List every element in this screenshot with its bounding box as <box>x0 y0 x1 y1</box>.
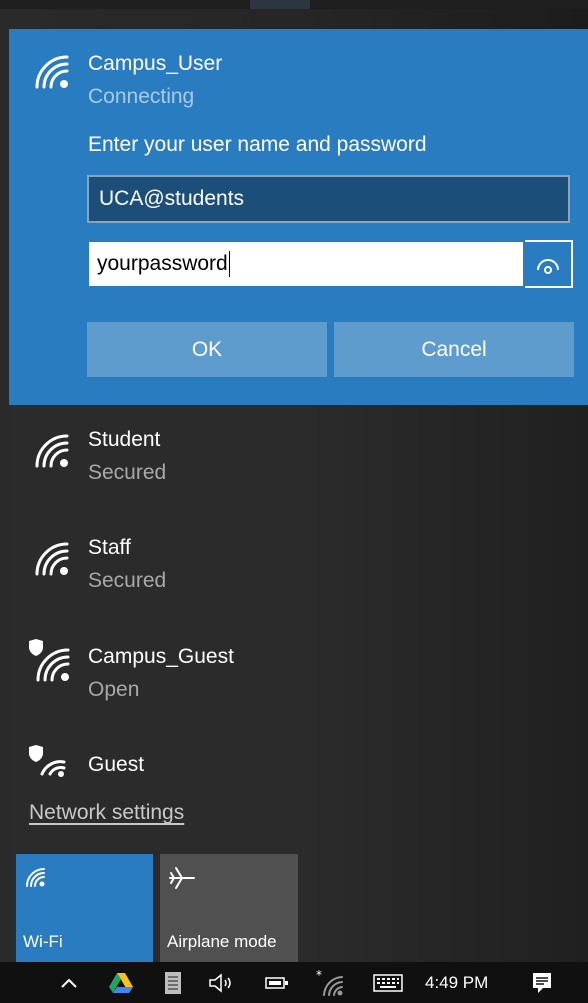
wifi-shield-icon <box>29 639 70 682</box>
username-value: UCA@students <box>99 187 245 210</box>
clock[interactable]: 4:49 PM <box>425 962 488 1003</box>
background-blur <box>250 0 310 9</box>
background-strip <box>0 0 588 9</box>
cancel-button[interactable]: Cancel <box>334 322 574 377</box>
airplane-mode-tile[interactable]: Airplane mode <box>160 854 298 962</box>
battery-icon[interactable] <box>262 962 292 1003</box>
reveal-password-button[interactable] <box>525 240 573 288</box>
network-status: Open <box>88 678 140 701</box>
network-name: Campus_Guest <box>88 645 234 668</box>
credentials-prompt: Enter your user name and password <box>88 133 427 156</box>
password-field[interactable]: yourpassword <box>87 240 525 288</box>
eye-icon <box>537 259 559 274</box>
keyboard-icon[interactable] <box>370 962 406 1003</box>
network-name: Staff <box>88 536 131 559</box>
network-status: Secured <box>88 569 167 592</box>
ok-button[interactable]: OK <box>87 322 327 377</box>
document-icon[interactable] <box>160 962 186 1003</box>
notification-icon[interactable] <box>527 962 557 1003</box>
text-caret <box>228 251 230 278</box>
password-value: yourpassword <box>97 252 228 275</box>
wifi-icon <box>35 434 69 468</box>
network-status: Connecting <box>88 85 195 108</box>
svg-text:*: * <box>316 968 322 982</box>
speaker-icon[interactable] <box>205 962 239 1003</box>
wifi-icon[interactable]: * <box>312 962 348 1003</box>
chevron-up-icon[interactable] <box>56 962 82 1003</box>
wifi-icon <box>35 55 69 89</box>
tile-label: Airplane mode <box>167 932 277 951</box>
airplane-icon <box>169 867 195 889</box>
wifi-icon <box>26 868 45 887</box>
wifi-toggle-tile[interactable]: Wi-Fi <box>16 854 153 962</box>
username-field[interactable]: UCA@students <box>87 175 570 223</box>
network-settings-link[interactable]: Network settings <box>29 801 184 825</box>
taskbar: * 4:49 PM <box>0 962 588 1003</box>
google-drive-icon[interactable] <box>106 962 136 1003</box>
tile-label: Wi-Fi <box>23 932 63 951</box>
network-name: Campus_User <box>88 52 223 75</box>
flyout-shadow <box>299 405 588 962</box>
wifi-icon <box>35 542 69 576</box>
network-name: Student <box>88 428 161 451</box>
network-name: Guest <box>88 753 145 776</box>
network-status: Secured <box>88 461 167 484</box>
wifi-shield-icon <box>29 745 66 777</box>
